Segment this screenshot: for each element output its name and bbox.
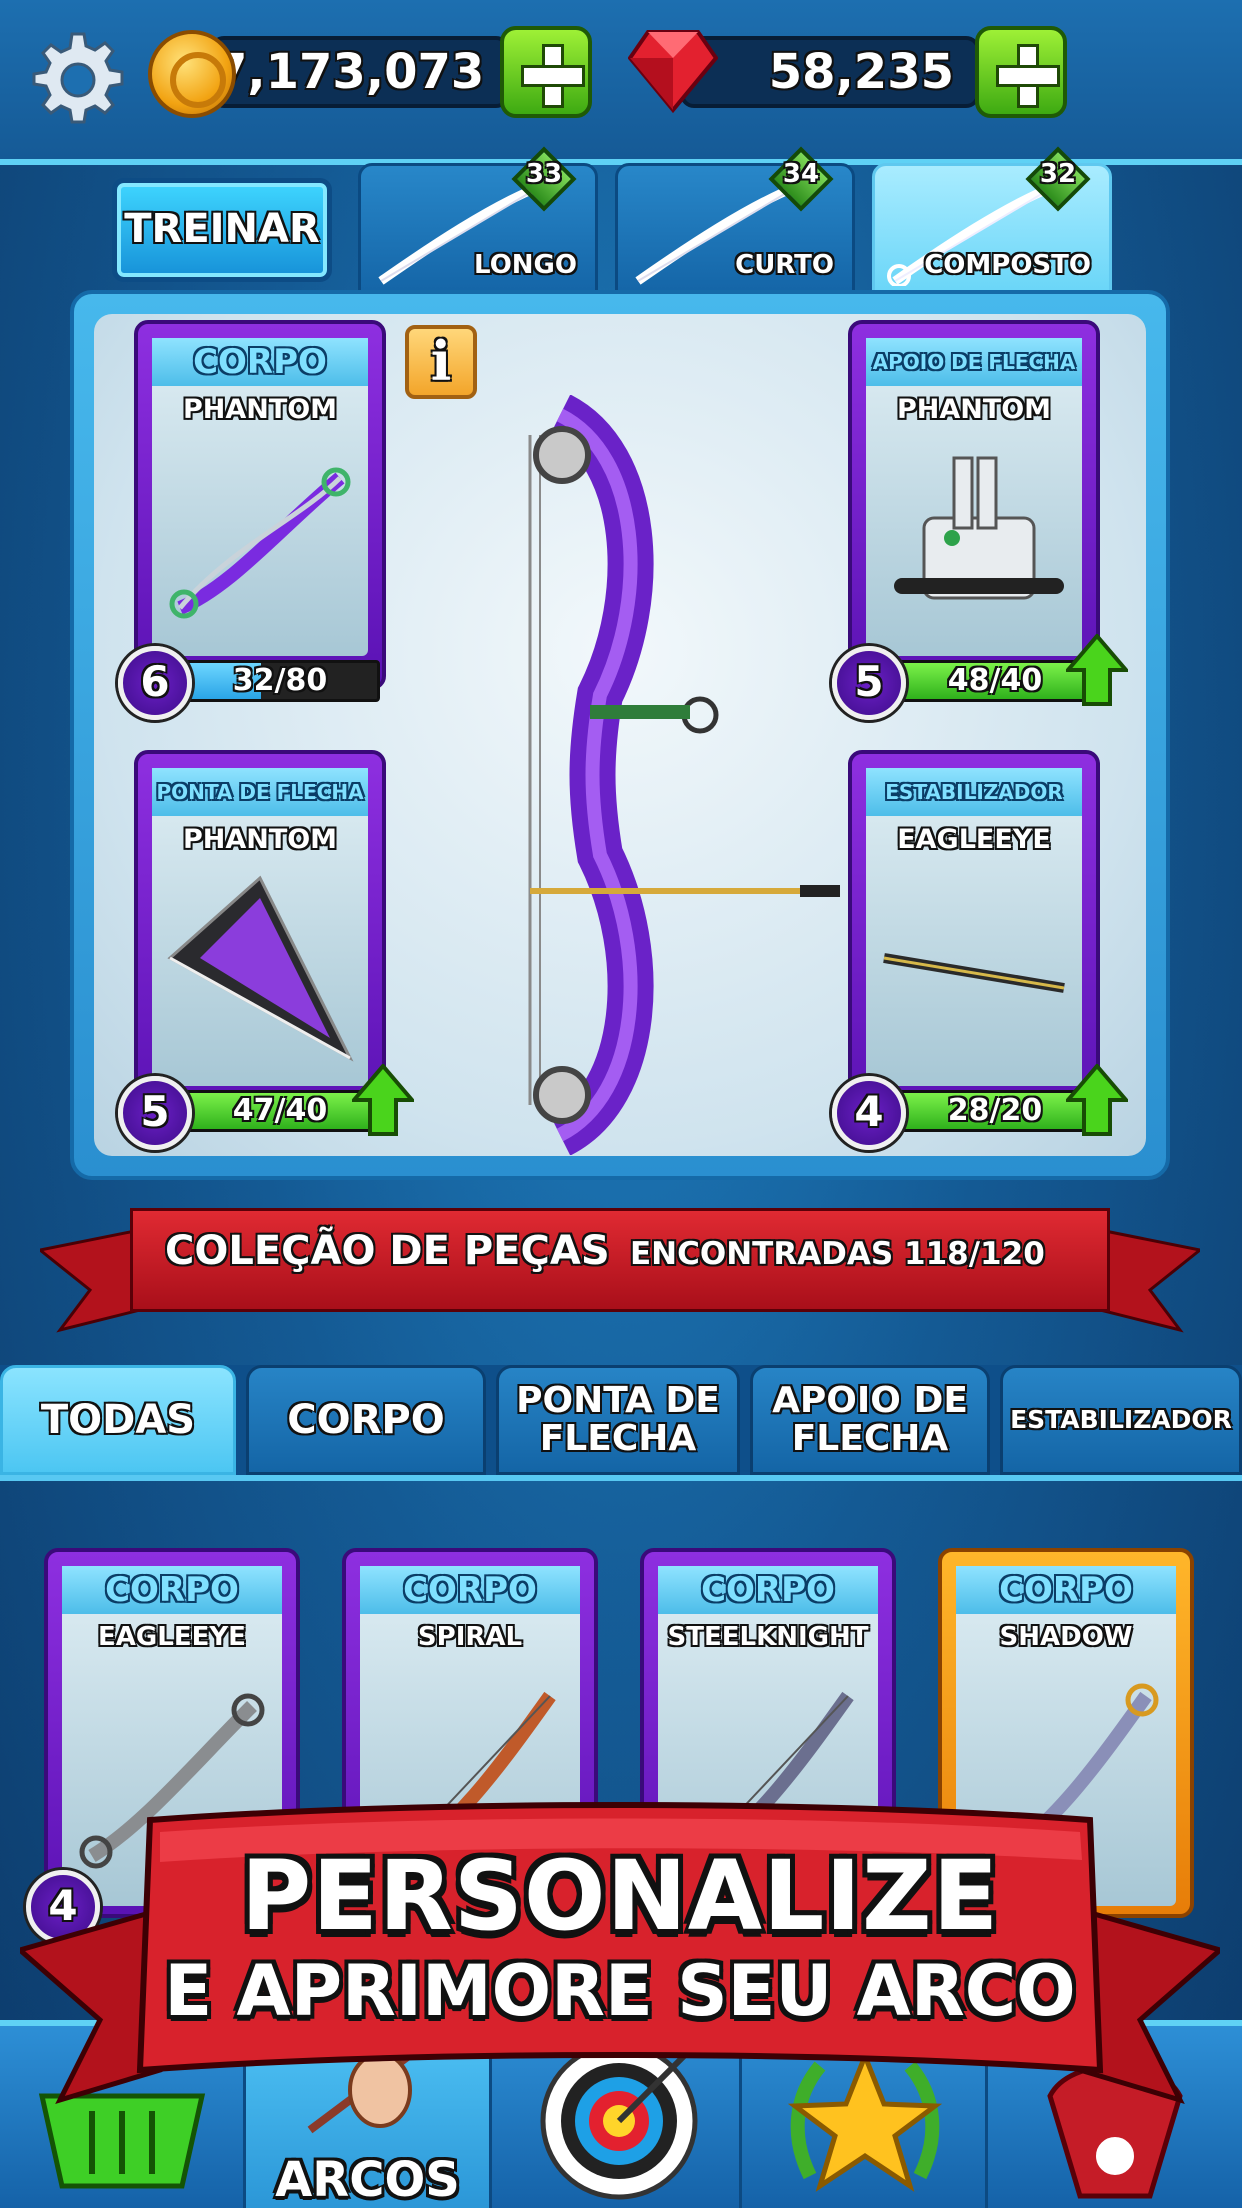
gem-amount: 58,235 xyxy=(768,44,954,100)
card-name: SHADOW xyxy=(999,1622,1133,1652)
collection-title: COLEÇÃO DE PEÇAS xyxy=(165,1228,610,1274)
tab-label: CURTO xyxy=(735,250,834,280)
tab-label: TODAS xyxy=(40,1397,196,1443)
tab-label-line1: PONTA DE xyxy=(516,1380,720,1422)
top-bar: 7,173,073 58,235 xyxy=(0,0,1242,165)
upgrade-arrow-icon[interactable] xyxy=(352,1064,414,1136)
compound-bow-preview xyxy=(528,395,840,1155)
card-name: SPIRAL xyxy=(417,1622,523,1652)
card-category: CORPO xyxy=(62,1566,282,1614)
add-coins-button[interactable] xyxy=(500,26,592,118)
upgrade-arrow-icon[interactable] xyxy=(1066,1064,1128,1136)
part-progress-bar: 32/80 xyxy=(180,660,380,702)
bow-body-icon xyxy=(169,467,351,619)
tab-all[interactable]: TODAS xyxy=(0,1365,236,1475)
part-name: PHANTOM xyxy=(182,824,338,855)
tab-compound[interactable]: COMPOSTO 32 xyxy=(872,146,1112,293)
tab-label-line2: FLECHA xyxy=(791,1418,949,1459)
part-level: 5 xyxy=(118,1076,192,1150)
ruby-gem-icon xyxy=(628,30,718,114)
tab-label: CORPO xyxy=(287,1397,445,1443)
part-card-body[interactable]: CORPO PHANTOM xyxy=(134,320,386,690)
level-badge: 33 xyxy=(509,144,579,214)
progress-text: 48/40 xyxy=(947,663,1043,698)
collection-ribbon: COLEÇÃO DE PEÇAS ENCONTRADAS 118/120 xyxy=(40,1200,1200,1340)
part-progress-bar: 28/20 xyxy=(895,1090,1095,1132)
part-category: APOIO DE FLECHA xyxy=(866,338,1082,386)
progress-text: 28/20 xyxy=(947,1093,1043,1128)
banner-subtitle: E APRIMORE SEU ARCO xyxy=(164,1950,1076,2032)
tab-arrow-rest[interactable]: APOIO DE FLECHA xyxy=(750,1365,990,1475)
card-category: CORPO xyxy=(658,1566,878,1614)
part-category: PONTA DE FLECHA xyxy=(152,768,368,816)
card-name: EAGLEEYE xyxy=(98,1622,246,1652)
level-badge: 34 xyxy=(766,144,836,214)
level-badge: 32 xyxy=(1023,144,1093,214)
part-progress-bar: 47/40 xyxy=(180,1090,380,1132)
upgrade-arrow-icon[interactable] xyxy=(1066,634,1128,706)
collection-found-count: ENCONTRADAS 118/120 xyxy=(630,1236,1045,1272)
tab-stabilizer[interactable]: ESTABILIZADOR xyxy=(1000,1365,1242,1475)
tab-arrowhead[interactable]: PONTA DE FLECHA xyxy=(496,1365,740,1475)
add-gems-button[interactable] xyxy=(975,26,1067,118)
tab-label-line2: FLECHA xyxy=(539,1418,697,1459)
progress-text: 32/80 xyxy=(232,663,328,698)
tab-label: COMPOSTO xyxy=(924,250,1091,280)
part-card-stabilizer[interactable]: ESTABILIZADOR EAGLEEYE xyxy=(848,750,1100,1120)
part-name: PHANTOM xyxy=(896,394,1052,425)
part-card-arrow-rest[interactable]: APOIO DE FLECHA PHANTOM xyxy=(848,320,1100,690)
stabilizer-icon xyxy=(883,953,1065,993)
category-tab-bar: TODAS CORPO PONTA DE FLECHA APOIO DE FLE… xyxy=(0,1365,1242,1481)
info-button[interactable]: i xyxy=(405,325,477,399)
train-button[interactable]: TREINAR xyxy=(112,178,332,282)
card-category: CORPO xyxy=(956,1566,1176,1614)
tab-label: ESTABILIZADOR xyxy=(1010,1404,1232,1434)
tab-body[interactable]: CORPO xyxy=(246,1365,486,1475)
card-category: CORPO xyxy=(360,1566,580,1614)
coin-amount: 7,173,073 xyxy=(214,44,485,100)
part-card-arrowhead[interactable]: PONTA DE FLECHA PHANTOM xyxy=(134,750,386,1120)
coin-icon xyxy=(148,30,236,118)
promo-banner: PERSONALIZE E APRIMORE SEU ARCO xyxy=(20,1800,1220,2110)
arrowhead-icon xyxy=(167,875,354,1062)
part-name: EAGLEEYE xyxy=(897,824,1051,855)
coin-balance: 7,173,073 xyxy=(210,36,510,108)
tab-shortbow[interactable]: CURTO 34 xyxy=(615,146,855,293)
progress-text: 47/40 xyxy=(232,1093,328,1128)
banner-title: PERSONALIZE xyxy=(240,1840,1000,1952)
part-name: PHANTOM xyxy=(182,394,338,425)
card-name: STEELKNIGHT xyxy=(667,1622,869,1652)
tab-label-line1: APOIO DE xyxy=(772,1380,968,1422)
part-progress-bar: 48/40 xyxy=(895,660,1095,702)
part-level: 6 xyxy=(118,646,192,720)
gear-icon[interactable] xyxy=(28,30,128,130)
arrow-rest-icon xyxy=(894,456,1064,600)
tab-label: LONGO xyxy=(474,250,577,280)
part-category: CORPO xyxy=(152,338,368,386)
nav-label: ARCOS xyxy=(275,2152,460,2208)
tab-longbow[interactable]: LONGO 33 xyxy=(358,146,598,293)
part-category: ESTABILIZADOR xyxy=(866,768,1082,816)
gem-balance: 58,235 xyxy=(680,36,980,108)
